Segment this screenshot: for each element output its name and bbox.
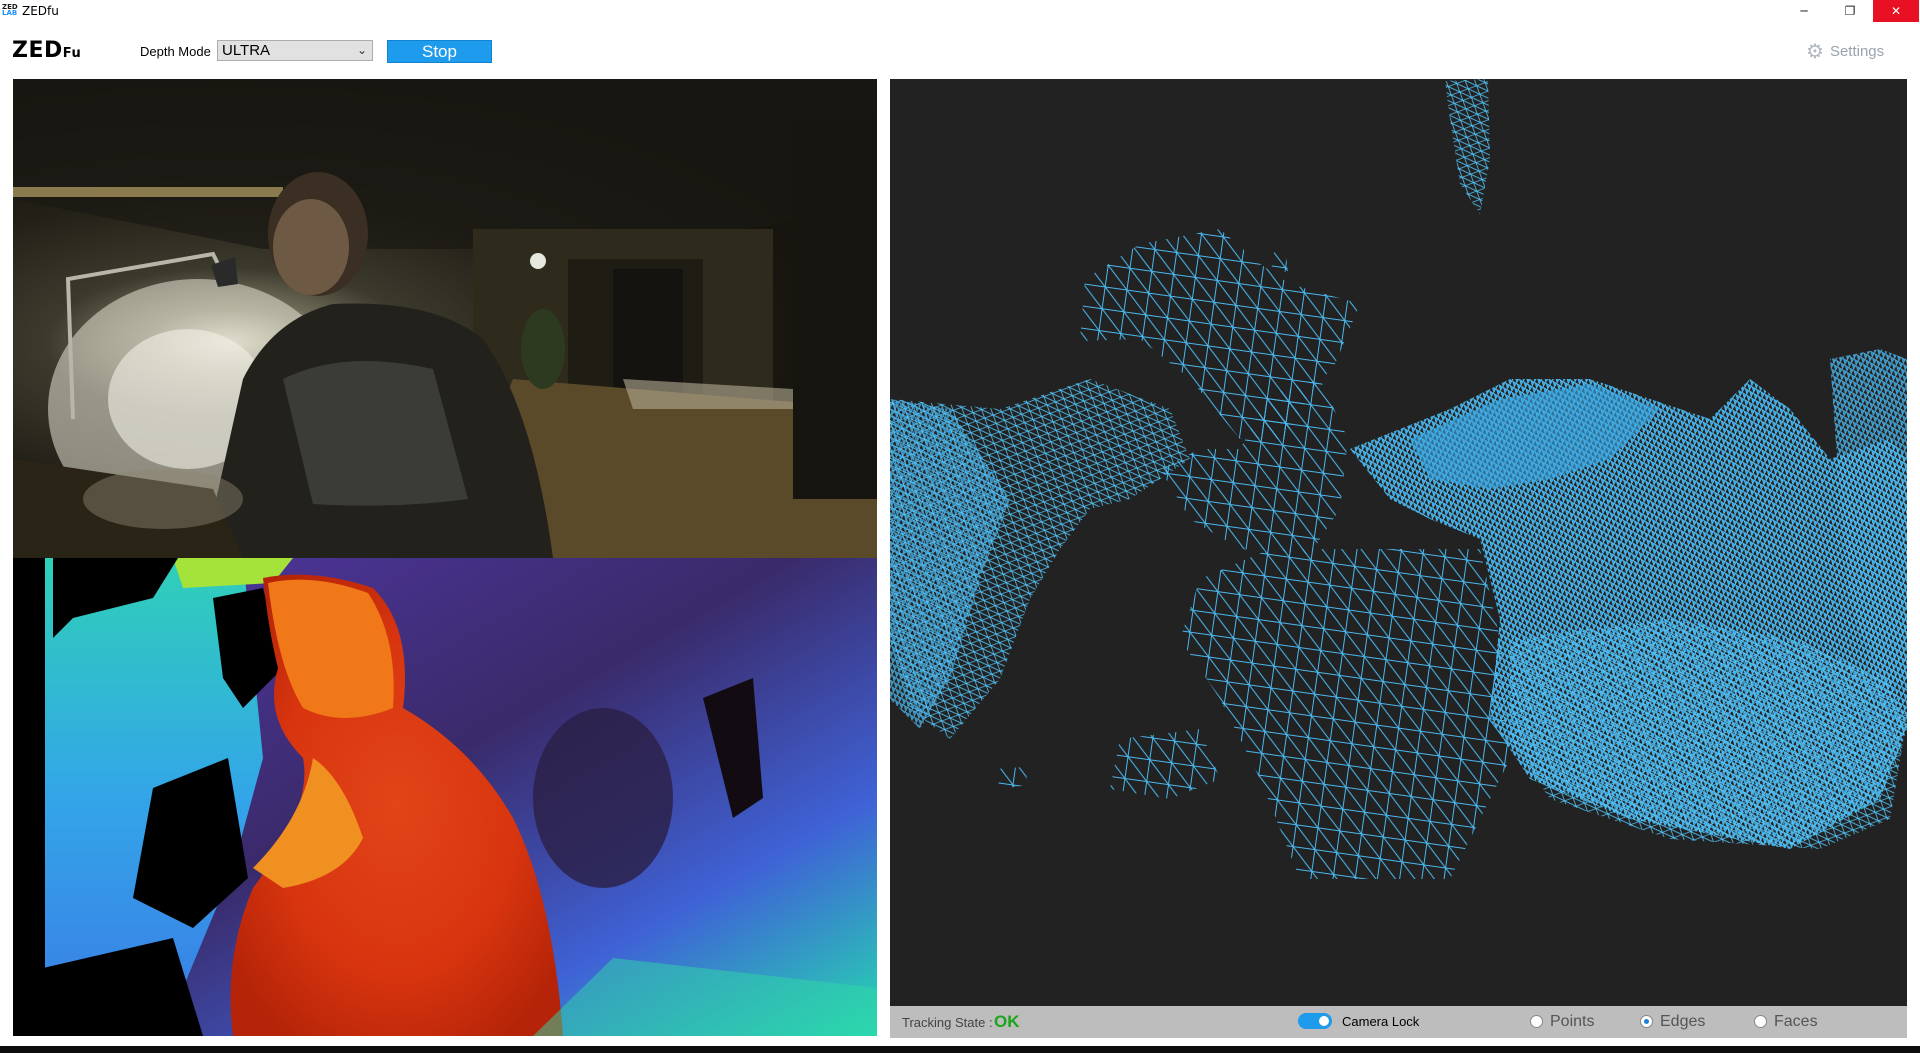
depth-mode-label: Depth Mode [140, 44, 211, 59]
minimize-button[interactable]: ─ [1781, 0, 1827, 22]
title-bar: ZED LAB ZEDfu ─ ❐ ✕ [0, 0, 1920, 22]
depth-map-view [13, 558, 877, 1036]
gear-icon: ⚙ [1806, 40, 1824, 63]
edges-radio[interactable] [1640, 1015, 1653, 1028]
points-label: Points [1550, 1013, 1595, 1030]
zedfu-app-icon: ZED LAB [2, 4, 18, 17]
faces-label: Faces [1774, 1013, 1818, 1030]
stop-button[interactable]: Stop [387, 40, 492, 63]
toggle-knob [1319, 1016, 1329, 1026]
mesh-viewport[interactable] [890, 79, 1907, 1006]
bottom-border [0, 1046, 1920, 1053]
tracking-state-label: Tracking State : [902, 1015, 993, 1030]
points-radio[interactable] [1530, 1015, 1543, 1028]
settings-label: Settings [1829, 42, 1885, 60]
chevron-down-icon: ⌄ [356, 43, 367, 57]
edges-label: Edges [1660, 1013, 1706, 1030]
brand-logo: ZEDFu [12, 38, 81, 63]
camera-lock-label: Camera Lock [1342, 1014, 1420, 1029]
faces-radio[interactable] [1754, 1015, 1767, 1028]
camera-lock-toggle[interactable] [1298, 1013, 1332, 1029]
close-button[interactable]: ✕ [1873, 0, 1919, 22]
tracking-state-value: OK [994, 1012, 1020, 1031]
depth-map [13, 558, 877, 1036]
brand-main: ZED [12, 38, 63, 63]
settings-button[interactable]: ⚙ Settings [1806, 40, 1885, 63]
depth-mode-value: ULTRA [222, 42, 271, 59]
depth-mode-select[interactable]: ULTRA ⌄ [217, 40, 373, 61]
zedfu-window: ZED LAB ZEDfu ─ ❐ ✕ ZEDFu Depth Mode ULT… [0, 0, 1920, 1053]
mesh-render [890, 79, 1907, 879]
status-bar: Tracking State : OK Camera Lock Points E… [890, 1006, 1907, 1038]
app-icon-subtext: LAB [2, 9, 18, 17]
brand-sub: Fu [62, 46, 82, 61]
restore-button[interactable]: ❐ [1827, 0, 1873, 22]
window-title: ZEDfu [22, 4, 59, 18]
camera-scene [13, 79, 877, 558]
left-video-panel [13, 79, 877, 1036]
camera-left-view [13, 79, 877, 558]
toolbar: ZEDFu Depth Mode ULTRA ⌄ Stop ⚙ Settings [0, 28, 1920, 72]
